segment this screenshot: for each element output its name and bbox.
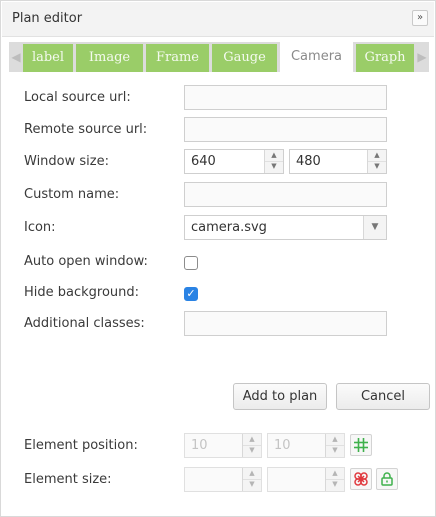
tab-strip: ◀ label Image Frame Gauge Camera Graph ▶: [9, 42, 429, 72]
additional-classes-label: Additional classes:: [24, 316, 145, 331]
grid-icon: [354, 438, 368, 452]
remote-source-url-label: Remote source url:: [24, 122, 148, 137]
hide-background-checkbox[interactable]: ✓: [184, 287, 198, 301]
tab-scroll-right-icon[interactable]: ▶: [415, 42, 429, 72]
chevron-down-icon[interactable]: ▼: [368, 161, 386, 172]
window-height-arrows: ▲ ▼: [367, 150, 386, 173]
chevron-down-icon[interactable]: ▼: [265, 161, 283, 172]
panel-title: Plan editor: [12, 11, 83, 26]
reset-size-button[interactable]: [350, 468, 372, 490]
reset-size-icon: [354, 472, 368, 486]
collapse-button[interactable]: »: [412, 10, 428, 26]
tab-camera[interactable]: Camera: [280, 42, 353, 72]
element-width-stepper[interactable]: ▲ ▼: [184, 467, 262, 492]
element-x-value: 10: [191, 438, 208, 453]
chevron-down-icon[interactable]: ▼: [243, 479, 261, 490]
element-y-value: 10: [274, 438, 291, 453]
element-position-label: Element position:: [24, 438, 138, 453]
element-size-label: Element size:: [24, 472, 112, 487]
element-x-stepper[interactable]: 10 ▲ ▼: [184, 433, 262, 458]
auto-open-window-checkbox[interactable]: [184, 256, 198, 270]
local-source-url-label: Local source url:: [24, 90, 131, 105]
additional-classes-input[interactable]: [184, 311, 387, 336]
custom-name-label: Custom name:: [24, 187, 120, 202]
window-height-stepper[interactable]: 480 ▲ ▼: [289, 149, 387, 174]
icon-select[interactable]: camera.svg ▼: [184, 215, 387, 240]
tab-scroll-left-icon[interactable]: ◀: [9, 42, 23, 72]
chevron-down-icon[interactable]: ▼: [363, 216, 386, 239]
element-x-arrows: ▲ ▼: [242, 434, 261, 457]
window-width-value: 640: [191, 154, 216, 169]
local-source-url-input[interactable]: [184, 85, 387, 110]
tab-label[interactable]: label: [23, 44, 73, 72]
chevron-down-icon[interactable]: ▼: [243, 445, 261, 456]
hide-background-label: Hide background:: [24, 285, 140, 300]
element-width-arrows: ▲ ▼: [242, 468, 261, 491]
add-to-plan-button[interactable]: Add to plan: [233, 383, 327, 410]
auto-open-window-label: Auto open window:: [24, 254, 148, 269]
element-y-stepper[interactable]: 10 ▲ ▼: [267, 433, 345, 458]
tab-gauge[interactable]: Gauge: [212, 44, 277, 72]
titlebar: Plan editor »: [2, 2, 434, 37]
plan-editor-panel: Plan editor » ◀ label Image Frame Gauge …: [0, 0, 436, 517]
chevron-down-icon[interactable]: ▼: [326, 479, 344, 490]
window-height-value: 480: [296, 154, 321, 169]
custom-name-input[interactable]: [184, 182, 387, 207]
window-width-arrows: ▲ ▼: [264, 150, 283, 173]
checkmark-icon: ✓: [186, 287, 196, 300]
element-height-arrows: ▲ ▼: [325, 468, 344, 491]
window-size-label: Window size:: [24, 154, 109, 169]
chevron-down-icon[interactable]: ▼: [326, 445, 344, 456]
icon-label: Icon:: [24, 220, 56, 235]
aspect-lock-button[interactable]: [376, 468, 398, 490]
grid-snap-button[interactable]: [350, 434, 372, 456]
tab-frame[interactable]: Frame: [146, 44, 209, 72]
tab-graph[interactable]: Graph: [356, 44, 414, 72]
cancel-button[interactable]: Cancel: [336, 383, 430, 410]
icon-select-value: camera.svg: [191, 220, 267, 235]
window-width-stepper[interactable]: 640 ▲ ▼: [184, 149, 284, 174]
lock-icon: [381, 472, 393, 486]
remote-source-url-input[interactable]: [184, 117, 387, 142]
element-height-stepper[interactable]: ▲ ▼: [267, 467, 345, 492]
element-y-arrows: ▲ ▼: [325, 434, 344, 457]
tab-image[interactable]: Image: [76, 44, 143, 72]
